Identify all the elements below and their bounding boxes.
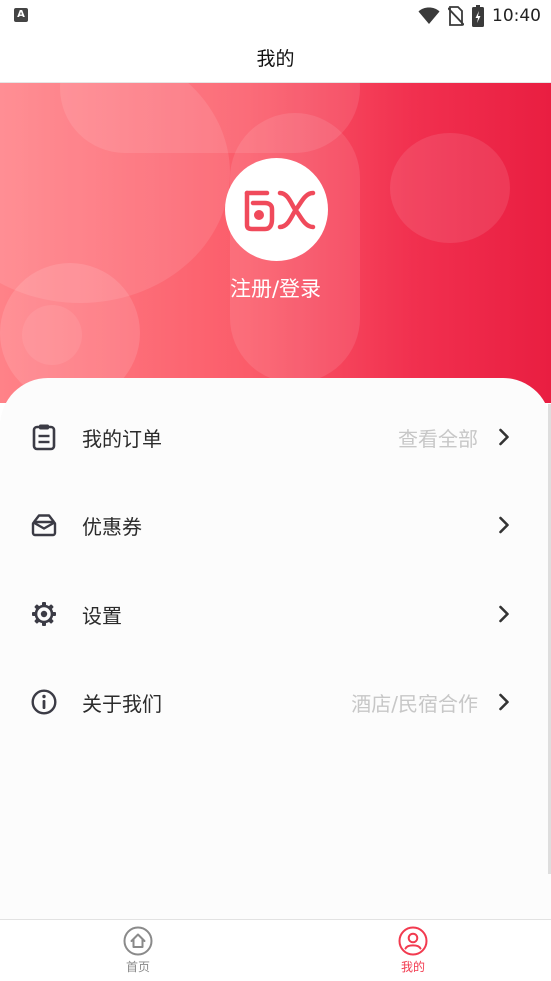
menu-item-label: 关于我们 xyxy=(82,691,162,716)
banner-decoration xyxy=(390,133,510,243)
home-icon xyxy=(123,926,153,956)
chevron-right-icon xyxy=(497,427,511,447)
nav-label: 首页 xyxy=(125,960,150,974)
gear-icon xyxy=(30,600,58,628)
envelope-icon xyxy=(30,511,58,539)
menu-item-about[interactable]: 关于我们 酒店/民宿合作 xyxy=(0,672,551,732)
nav-label: 我的 xyxy=(400,960,425,974)
chevron-right-icon xyxy=(497,604,511,624)
chevron-right-icon xyxy=(497,692,511,712)
nav-item-mine[interactable]: 我的 xyxy=(373,926,453,976)
clock: 10:40 xyxy=(492,6,541,26)
nav-item-home[interactable]: 首页 xyxy=(98,926,178,976)
page-title: 我的 xyxy=(256,47,295,70)
chevron-right-icon xyxy=(497,515,511,535)
notification-icon: A xyxy=(14,8,28,22)
menu-item-orders[interactable]: 我的订单 查看全部 xyxy=(0,407,551,467)
profile-banner: 注册/登录 xyxy=(0,83,551,403)
info-icon xyxy=(30,688,58,716)
title-bar: 我的 xyxy=(0,32,551,83)
bottom-nav: 首页 我的 xyxy=(0,919,551,981)
menu-item-coupons[interactable]: 优惠券 xyxy=(0,495,551,555)
user-icon xyxy=(398,926,428,956)
menu-item-label: 我的订单 xyxy=(82,426,162,451)
menu-item-label: 设置 xyxy=(82,603,122,628)
partnership-link[interactable]: 酒店/民宿合作 xyxy=(351,688,478,717)
banner-decoration xyxy=(22,305,82,365)
login-register-link[interactable]: 注册/登录 xyxy=(0,273,551,303)
avatar[interactable] xyxy=(225,158,328,261)
fx-logo-icon xyxy=(244,190,315,231)
wifi-icon xyxy=(418,7,440,24)
status-bar: A 10:40 xyxy=(0,0,551,32)
menu-item-label: 优惠券 xyxy=(82,514,142,539)
menu-item-settings[interactable]: 设置 xyxy=(0,584,551,644)
battery-icon xyxy=(472,5,484,27)
status-icons: 10:40 xyxy=(418,4,541,28)
menu-card: 我的订单 查看全部 优惠券 设置 关于我们 酒店/民宿合作 xyxy=(0,378,551,920)
view-all-link[interactable]: 查看全部 xyxy=(398,423,478,452)
no-sim-icon xyxy=(448,6,464,26)
clipboard-icon xyxy=(30,423,58,451)
